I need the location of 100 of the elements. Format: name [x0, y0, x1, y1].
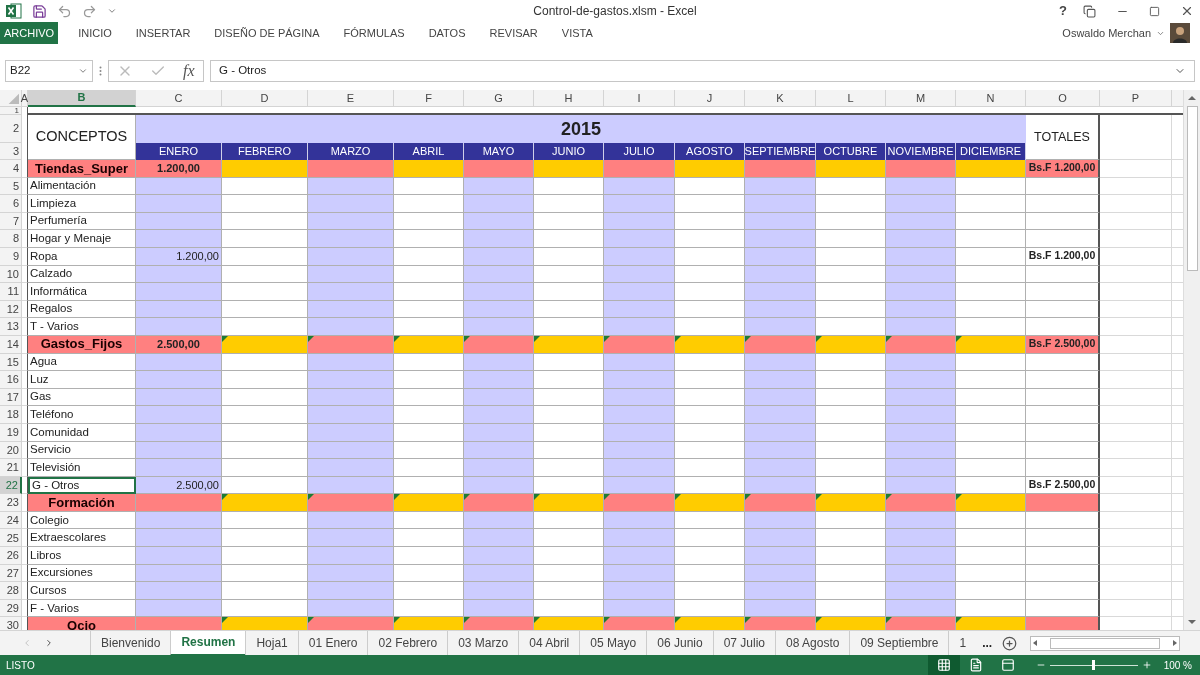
status-text: LISTO [6, 658, 35, 673]
restore-icon[interactable] [1149, 5, 1160, 17]
formula-field[interactable]: G - Otros [210, 60, 1195, 82]
table-cell [886, 459, 956, 477]
row-header[interactable]: 30 [0, 617, 22, 630]
column-header[interactable]: G [464, 90, 534, 107]
avatar[interactable] [1170, 23, 1190, 43]
ribbon-tab[interactable]: INICIO [74, 22, 116, 44]
table-cell [464, 529, 534, 548]
table-cell [675, 459, 745, 477]
ribbon-tab[interactable]: DISEÑO DE PÁGINA [210, 22, 324, 44]
zoom-slider[interactable] [1049, 660, 1138, 670]
table-cell [464, 371, 534, 389]
row-header[interactable]: 23 [0, 494, 22, 512]
table-cell [464, 406, 534, 424]
row-header[interactable]: 4 [0, 160, 22, 178]
new-sheet-icon[interactable] [1002, 635, 1018, 651]
more-icon [99, 66, 102, 76]
row-header[interactable]: 8 [0, 230, 22, 248]
table-cell [534, 529, 604, 548]
close-icon[interactable] [1180, 4, 1194, 18]
insert-function-button[interactable]: fx [183, 59, 195, 83]
table-cell [604, 160, 675, 178]
scroll-right-icon[interactable] [1171, 639, 1179, 647]
column-header[interactable]: K [745, 90, 816, 107]
row-header[interactable]: 13 [0, 318, 22, 336]
ribbon-tab[interactable]: DATOS [424, 22, 470, 44]
table-cell [604, 283, 675, 301]
scroll-thumb[interactable] [1050, 637, 1160, 649]
more-tabs-button[interactable]: ... [982, 634, 993, 652]
zoom-in-icon[interactable] [1141, 660, 1152, 670]
zoom-level[interactable]: 100 % [1163, 657, 1192, 673]
table-cell [816, 160, 886, 178]
column-header[interactable]: H [534, 90, 604, 107]
table-cell [675, 230, 745, 248]
scroll-down-icon[interactable] [1187, 617, 1197, 627]
table-cell [675, 547, 745, 565]
row-header[interactable]: 18 [0, 406, 22, 424]
view-button[interactable] [927, 655, 960, 675]
column-header[interactable]: I [604, 90, 675, 107]
table-cell [675, 283, 745, 301]
column-header[interactable]: M [886, 90, 956, 107]
column-header[interactable]: F [394, 90, 464, 107]
year-header: 2015 [136, 115, 1026, 143]
table-cell [604, 230, 675, 248]
redo-icon[interactable] [82, 3, 97, 19]
table-cell [886, 371, 956, 389]
column-header[interactable]: O [1026, 90, 1100, 107]
name-box[interactable]: B22 [5, 60, 93, 82]
table-cell [745, 230, 816, 248]
row-header[interactable]: 26 [0, 547, 22, 565]
row-header[interactable]: 21 [0, 459, 22, 477]
ribbon-tab[interactable]: REVISAR [485, 22, 542, 44]
table-cell [675, 529, 745, 548]
column-header[interactable]: L [816, 90, 886, 107]
ribbon-tab[interactable]: ARCHIVO [0, 22, 59, 44]
table-cell [675, 406, 745, 424]
column-header[interactable]: E [308, 90, 394, 107]
table-cell [816, 406, 886, 424]
zoom-thumb[interactable] [1092, 660, 1096, 670]
row-header[interactable]: 6 [0, 195, 22, 213]
row-header[interactable]: 2 [0, 115, 22, 143]
row-header[interactable]: 25 [0, 529, 22, 548]
table-cell [394, 371, 464, 389]
row-header[interactable]: 28 [0, 582, 22, 600]
save-icon[interactable] [32, 3, 47, 19]
column-header[interactable]: N [956, 90, 1026, 107]
spreadsheet-logo-icon[interactable] [6, 3, 22, 19]
table-cell [604, 582, 675, 600]
ribbon-tab[interactable]: VISTA [557, 22, 597, 44]
scroll-thumb[interactable] [1186, 106, 1198, 271]
table-cell [745, 283, 816, 301]
row-header[interactable]: 16 [0, 371, 22, 389]
table-cell [745, 371, 816, 389]
scroll-up-icon[interactable] [1187, 93, 1197, 103]
row-header[interactable]: 11 [0, 283, 22, 301]
help-button[interactable]: ? [1053, 1, 1073, 21]
scroll-tabs-right-icon[interactable] [44, 638, 54, 648]
ribbon-display-icon[interactable] [1083, 4, 1096, 18]
column-header[interactable]: C [136, 90, 222, 107]
scroll-left-icon[interactable] [1031, 639, 1039, 647]
column-header[interactable]: J [675, 90, 745, 107]
month-header: FEBRERO [222, 143, 308, 160]
table-cell [394, 160, 464, 178]
column-header[interactable]: D [222, 90, 308, 107]
vertical-scrollbar[interactable] [1183, 90, 1200, 630]
sheet-tab[interactable]: Resumen [170, 630, 246, 656]
column-header[interactable]: B [28, 90, 136, 107]
row-header[interactable]: 3 [0, 143, 22, 160]
row-header[interactable]: 1 [0, 107, 22, 115]
table-cell [745, 459, 816, 477]
table-cell [534, 371, 604, 389]
ribbon-tab[interactable]: INSERTAR [131, 22, 195, 44]
ribbon-tab[interactable]: FÓRMULAS [339, 22, 409, 44]
user-name[interactable]: Oswaldo Merchan [1062, 24, 1151, 42]
column-header[interactable]: P [1100, 90, 1172, 107]
table-cell [956, 547, 1026, 565]
customize-toolbar-icon[interactable] [107, 6, 117, 16]
horizontal-scrollbar[interactable] [1030, 635, 1180, 651]
undo-icon[interactable] [57, 3, 72, 19]
